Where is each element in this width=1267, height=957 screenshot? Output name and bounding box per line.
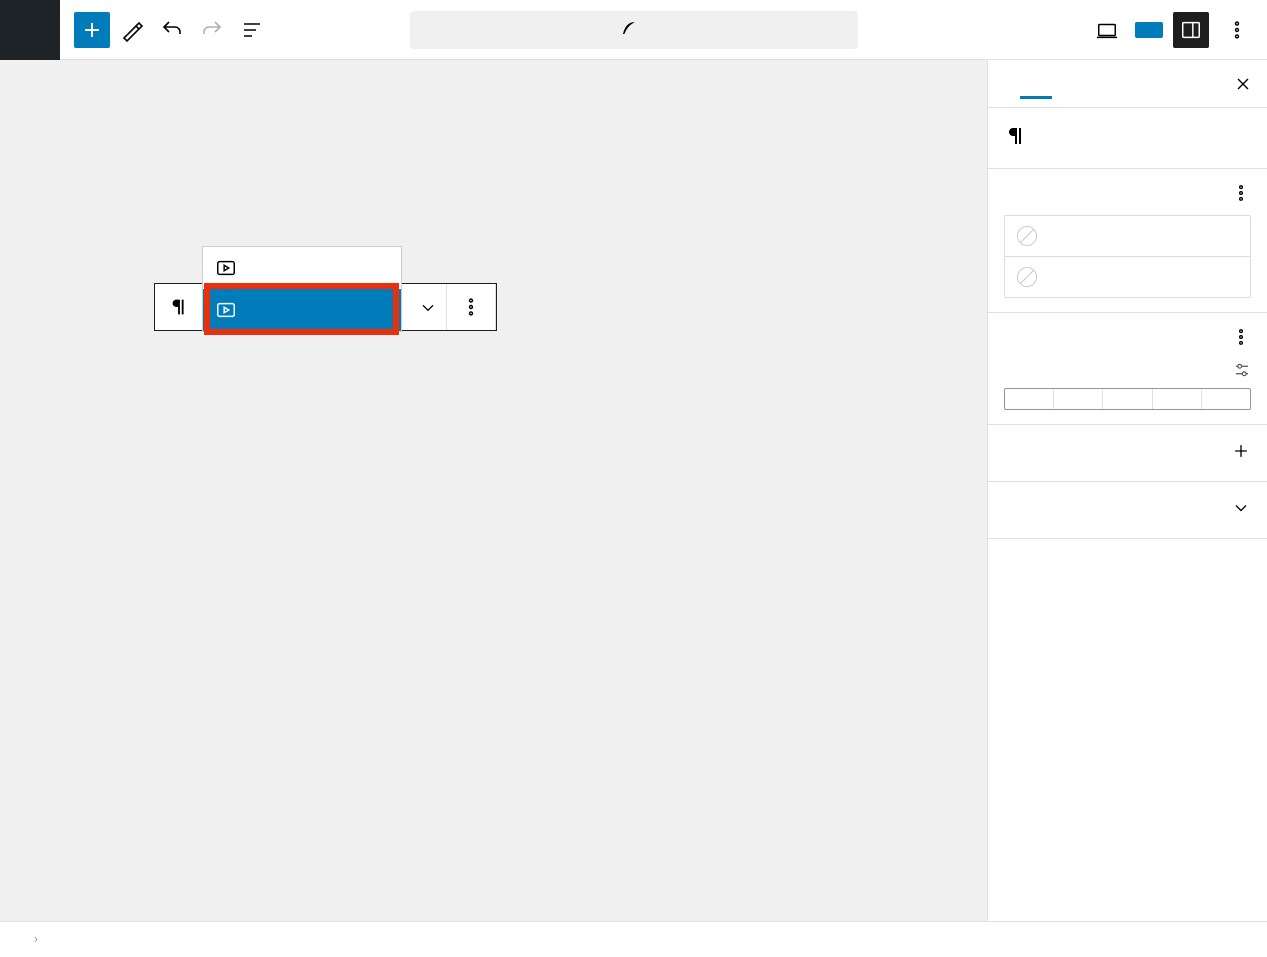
size-settings-icon[interactable]: [1233, 361, 1251, 382]
options-button[interactable]: [1219, 12, 1255, 48]
size-xl[interactable]: [1152, 389, 1201, 409]
preview-button[interactable]: [1089, 12, 1125, 48]
document-title-bar[interactable]: [410, 11, 858, 49]
size-button-group: [1004, 388, 1251, 410]
feather-icon: [620, 19, 638, 41]
paragraph-block-icon[interactable]: [155, 284, 203, 330]
move-down-button[interactable]: [410, 284, 446, 330]
color-bg-button[interactable]: [1005, 256, 1250, 297]
settings-toggle-button[interactable]: [1173, 12, 1209, 48]
main-area: [0, 60, 1267, 921]
size-panel-toggle[interactable]: [988, 425, 1267, 482]
wp-logo[interactable]: [0, 0, 60, 60]
top-toolbar: [0, 0, 1267, 60]
color-panel: [988, 169, 1267, 313]
toolbar-left: [60, 12, 272, 48]
video-icon: [215, 299, 237, 321]
plus-icon: [1231, 441, 1251, 465]
paragraph-icon: [1004, 124, 1028, 152]
size-s[interactable]: [1005, 389, 1053, 409]
size-xxl[interactable]: [1201, 389, 1250, 409]
publish-button[interactable]: [1135, 22, 1163, 38]
breadcrumb: ›: [0, 921, 1267, 957]
bc-separator: ›: [34, 932, 38, 947]
color-swatch-icon: [1017, 226, 1037, 246]
videopress-icon: [215, 257, 237, 279]
undo-button[interactable]: [154, 12, 190, 48]
block-info: [988, 108, 1267, 169]
ac-item-videopress[interactable]: [203, 247, 401, 289]
color-text-button[interactable]: [1005, 216, 1250, 256]
advanced-panel-toggle[interactable]: [988, 482, 1267, 539]
settings-sidebar: [987, 60, 1267, 921]
document-overview-button[interactable]: [234, 12, 270, 48]
ac-item-video[interactable]: [203, 289, 401, 331]
typography-panel: [988, 313, 1267, 425]
toolbar-right: [1059, 12, 1267, 48]
size-m[interactable]: [1053, 389, 1102, 409]
tab-block[interactable]: [1020, 68, 1052, 99]
color-swatch-icon: [1017, 267, 1037, 287]
editor-canvas[interactable]: [0, 60, 987, 921]
block-autocomplete: [202, 246, 402, 332]
add-block-button[interactable]: [74, 12, 110, 48]
close-sidebar-button[interactable]: [1227, 68, 1259, 100]
size-l[interactable]: [1102, 389, 1151, 409]
block-more-button[interactable]: [447, 284, 495, 330]
redo-button[interactable]: [194, 12, 230, 48]
chevron-down-icon: [1231, 498, 1251, 522]
panel-options-icon[interactable]: [1231, 327, 1251, 351]
panel-options-icon[interactable]: [1231, 183, 1251, 207]
tab-post[interactable]: [988, 70, 1020, 98]
tools-button[interactable]: [114, 12, 150, 48]
save-draft-button[interactable]: [1059, 24, 1079, 36]
sidebar-tabs: [988, 60, 1267, 108]
